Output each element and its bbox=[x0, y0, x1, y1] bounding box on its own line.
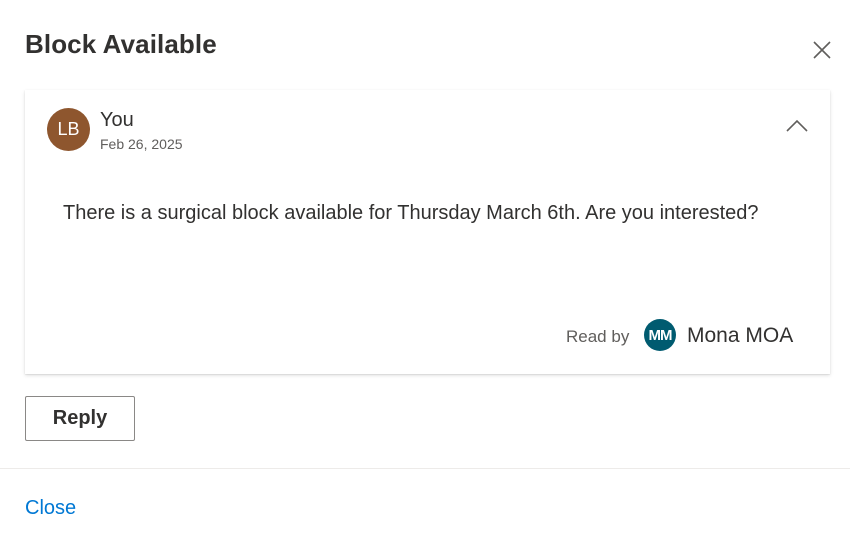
message-card: LB You Feb 26, 2025 There is a surgical … bbox=[25, 90, 830, 374]
message-body: There is a surgical block available for … bbox=[63, 202, 759, 224]
block-available-dialog: Block Available LB You Feb 26, 2025 Ther… bbox=[0, 0, 850, 538]
close-icon[interactable] bbox=[810, 38, 834, 62]
close-link[interactable]: Close bbox=[25, 497, 76, 520]
divider bbox=[0, 468, 850, 469]
sender-name: You bbox=[100, 109, 134, 131]
reader-avatar: MM bbox=[644, 319, 676, 351]
avatar-initials: LB bbox=[57, 119, 80, 139]
message-date: Feb 26, 2025 bbox=[100, 136, 183, 152]
reader-initials: MM bbox=[648, 326, 673, 344]
reader-name: Mona MOA bbox=[687, 324, 794, 347]
read-by-label: Read by bbox=[566, 327, 630, 346]
avatar: LB bbox=[47, 108, 90, 151]
dialog-title: Block Available bbox=[25, 29, 217, 59]
reply-button[interactable]: Reply bbox=[25, 396, 135, 441]
chevron-up-icon[interactable] bbox=[785, 118, 809, 134]
